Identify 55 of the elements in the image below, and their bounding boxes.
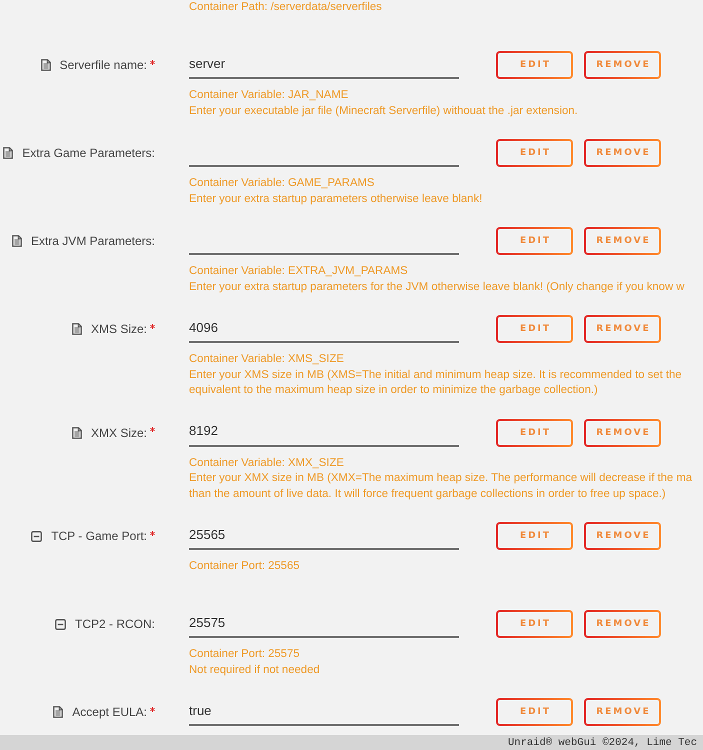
hint-text: than the amount of live data. It will force frequent garbage collections in order to free up space.) (189, 486, 666, 502)
edit-button[interactable]: EDIT (496, 610, 573, 638)
hint-text: Container Variable: XMX_SIZE (189, 456, 344, 470)
field-label: Extra JVM Parameters: (30, 234, 155, 248)
hint-text: Enter your executable jar file (Minecraft Serverfile) withouat the .jar extension. (189, 104, 578, 118)
hint-text: Enter your extra startup parameters otherwise leave blank! (189, 192, 482, 206)
remove-button[interactable]: REMOVE (584, 315, 661, 343)
hint-text: Container Variable: JAR_NAME (189, 88, 348, 103)
hint-text: Container Variable: XMS_SIZE (189, 352, 344, 367)
document-icon (53, 706, 64, 718)
minus-box-icon (31, 530, 42, 542)
edit-button[interactable]: EDIT (496, 522, 573, 550)
field-label: TCP - Game Port: (51, 529, 147, 543)
hint-text: Container Variable: EXTRA_JVM_PARAMS (189, 264, 408, 279)
text-field[interactable]: true (189, 698, 459, 726)
text-field[interactable]: 4096 (189, 315, 459, 343)
document-icon (12, 235, 22, 247)
remove-button[interactable]: REMOVE (584, 522, 661, 550)
footer-text: Unraid® webGui ©2024, Lime Tec (508, 736, 697, 748)
field-label: XMX Size: (90, 426, 147, 440)
edit-button[interactable]: EDIT (496, 418, 573, 446)
document-icon (72, 323, 82, 335)
hint-text: Container Port: 25565 (189, 559, 300, 574)
edit-button[interactable]: EDIT (496, 698, 573, 726)
edit-button[interactable]: EDIT (496, 139, 573, 167)
remove-button[interactable]: REMOVE (584, 139, 661, 167)
text-field[interactable]: 8192 (189, 418, 459, 446)
remove-button[interactable]: REMOVE (584, 698, 661, 726)
edit-button[interactable]: EDIT (496, 51, 573, 79)
edit-button[interactable]: EDIT (496, 315, 573, 343)
hint-text: Container Port: 25575 (189, 647, 300, 662)
field-label: TCP2 - RCON: (74, 617, 155, 631)
minus-box-icon (54, 618, 66, 630)
text-field[interactable]: 25565 (189, 522, 459, 550)
document-icon (72, 426, 82, 438)
field-label: Extra Game Parameters: (22, 146, 155, 160)
text-field[interactable]: server (189, 51, 459, 79)
remove-button[interactable]: REMOVE (584, 227, 661, 255)
hint-text: Enter your XMS size in MB (XMS=The initial and minimum heap size. It is recommended to set the (189, 368, 682, 382)
document-icon (3, 147, 14, 159)
text-field[interactable]: 25575 (189, 610, 459, 638)
hint-text: Enter your XMX size in MB (XMX=The maximum heap size. The performance will decrease if the ma (189, 471, 692, 486)
remove-button[interactable]: REMOVE (584, 418, 661, 446)
field-label: Serverfile name: (60, 58, 147, 72)
edit-button[interactable]: EDIT (496, 227, 573, 255)
hint-text: Container Path: /serverdata/serverfiles (189, 0, 382, 15)
hint-text: Container Variable: GAME_PARAMS (189, 176, 374, 191)
hint-text: Enter your extra startup parameters for the JVM otherwise leave blank! (Only change if you know w (189, 280, 684, 294)
document-icon (40, 59, 51, 71)
remove-button[interactable]: REMOVE (584, 51, 661, 79)
hint-text: equivalent to the maximum heap size in order to minimize the garbage collection.) (189, 383, 598, 398)
hint-text: Not required if not needed (189, 662, 320, 678)
remove-button[interactable]: REMOVE (584, 610, 661, 638)
field-label: Accept EULA: (72, 705, 147, 719)
field-label: XMS Size: (90, 322, 147, 336)
